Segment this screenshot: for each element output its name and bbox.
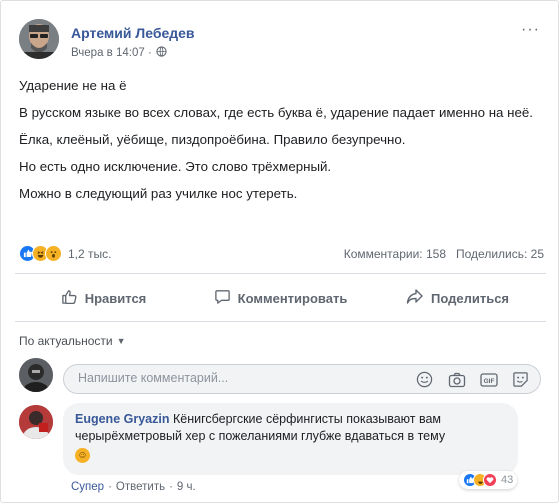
- comment-like-link[interactable]: Супер: [71, 481, 104, 493]
- post-timestamp[interactable]: Вчера в 14:07 ·: [71, 47, 152, 59]
- svg-text:GIF: GIF: [483, 377, 494, 384]
- author-photo-icon: [19, 19, 59, 59]
- comment-bubble: Eugene Gryazin Кёнигсбергские сёрфингист…: [63, 403, 518, 475]
- grinning-emoji-icon: ☺: [75, 448, 90, 463]
- comment-author[interactable]: Eugene Gryazin: [75, 412, 169, 426]
- post-actions: Нравится Комментировать Поделиться: [15, 281, 546, 315]
- globe-icon: [156, 46, 167, 60]
- thumbs-up-icon: [61, 288, 78, 308]
- like-button-label: Нравится: [84, 290, 147, 306]
- post-meta: Вчера в 14:07 ·: [71, 46, 167, 60]
- comment-reaction-count: 43: [501, 474, 514, 486]
- like-button[interactable]: Нравится: [15, 281, 192, 315]
- post-stats: 1,2 тыс. Комментарии: 158 Поделились: 25: [19, 245, 544, 265]
- share-button[interactable]: Поделиться: [369, 281, 546, 315]
- comment-button[interactable]: Комментировать: [192, 281, 369, 315]
- emoji-icon[interactable]: [415, 370, 434, 389]
- comment-reply-link[interactable]: Ответить: [116, 481, 165, 493]
- share-arrow-icon: [406, 288, 424, 308]
- divider: [15, 273, 546, 274]
- caret-down-icon: ▼: [116, 336, 126, 346]
- comment-button-label: Комментировать: [237, 290, 348, 306]
- post-body: Ударение не на ё В русском языке во всех…: [19, 77, 544, 212]
- engagement-counts: Комментарии: 158 Поделились: 25: [344, 247, 544, 261]
- comment-sort-dropdown[interactable]: По актуальности ▼: [19, 334, 126, 348]
- shares-count[interactable]: Поделились: 25: [456, 247, 544, 261]
- post-paragraph: Ударение не на ё: [19, 78, 127, 93]
- post-paragraph: Но есть одно исключение. Это слово трёхм…: [19, 159, 332, 174]
- divider: [15, 321, 546, 322]
- comment-input-box[interactable]: GIF: [63, 364, 541, 394]
- comment-sort-label: По актуальности: [19, 334, 113, 348]
- post-paragraph: В русском языке во всех словах, где есть…: [19, 105, 533, 120]
- share-button-label: Поделиться: [430, 290, 510, 306]
- post-paragraph: Можно в следующий раз училке нос утереть…: [19, 186, 298, 201]
- commenter-avatar[interactable]: [19, 405, 53, 439]
- author-avatar[interactable]: [19, 19, 59, 59]
- wow-reaction-icon: [45, 245, 62, 262]
- comment-time[interactable]: 9 ч.: [177, 481, 196, 493]
- post-author-name[interactable]: Артемий Лебедев: [71, 25, 195, 41]
- comment-reactions[interactable]: 43: [459, 471, 518, 489]
- separator-dot: ·: [108, 481, 112, 493]
- comments-count[interactable]: Комментарии: 158: [344, 247, 446, 261]
- comment-input[interactable]: [78, 371, 378, 385]
- separator-dot: ·: [169, 481, 173, 493]
- sticker-icon[interactable]: [511, 370, 530, 389]
- comment-bubble-icon: [214, 288, 231, 308]
- reaction-count: 1,2 тыс.: [68, 246, 112, 261]
- gif-icon[interactable]: GIF: [479, 370, 498, 389]
- camera-icon[interactable]: [447, 370, 466, 389]
- comment-actions: Супер · Ответить · 9 ч.: [71, 481, 196, 493]
- post-paragraph: Ёлка, клеёный, уёбище, пиздопроёбина. Пр…: [19, 132, 406, 147]
- love-reaction-icon: [483, 473, 497, 487]
- reactions-summary[interactable]: 1,2 тыс.: [19, 245, 111, 262]
- current-user-avatar[interactable]: [19, 358, 53, 392]
- post-card: Артемий Лебедев Вчера в 14:07 · ··· Удар…: [0, 0, 559, 503]
- composer-icons: GIF: [415, 370, 530, 389]
- more-options-icon[interactable]: ···: [521, 21, 540, 39]
